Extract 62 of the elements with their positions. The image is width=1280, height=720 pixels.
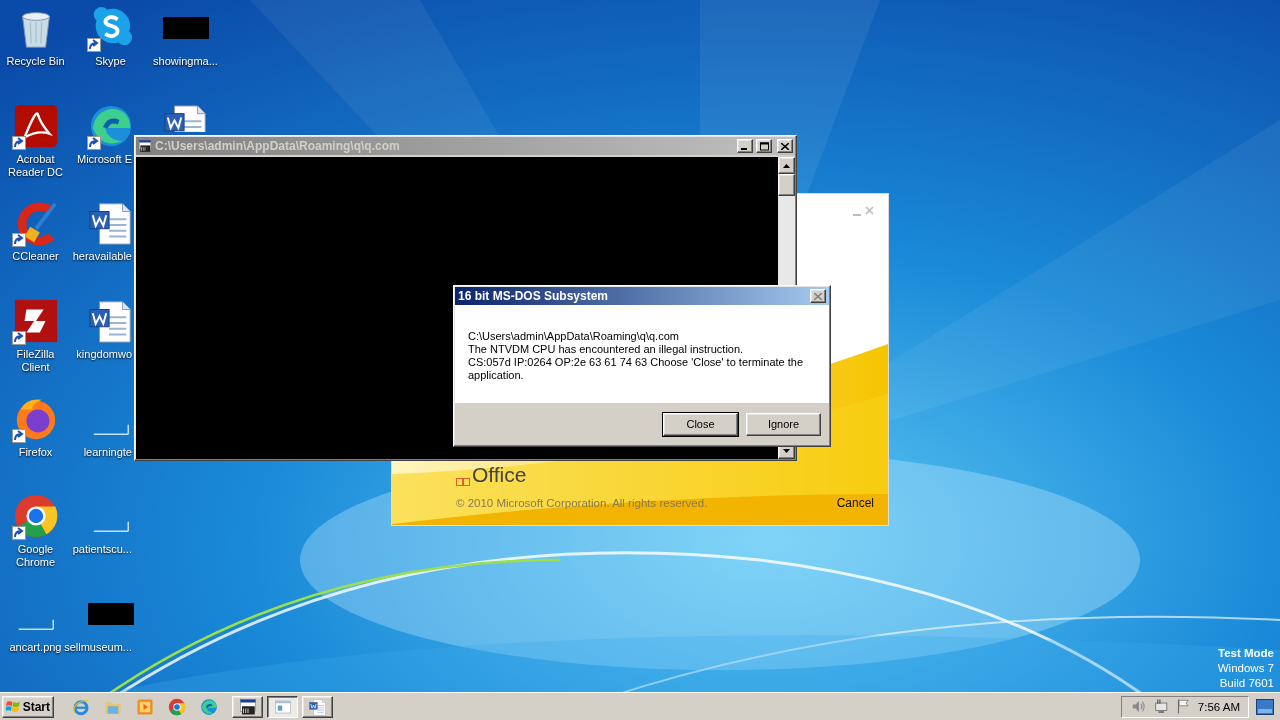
redacted-thumbnail[interactable] (162, 17, 209, 39)
maximize-button[interactable] (756, 139, 772, 153)
system-notice-text: Test Mode (1218, 646, 1274, 661)
window-title: C:\Users\admin\AppData\Roaming\q\q.com (155, 139, 401, 153)
quick-launch-button[interactable] (168, 697, 186, 716)
icon-label[interactable]: heravailable (72, 250, 132, 264)
play-icon (136, 697, 154, 716)
icon-label[interactable]: sellmuseum... (64, 641, 132, 655)
show-desktop-icon[interactable] (1256, 698, 1274, 715)
close-icon (814, 292, 822, 300)
console-icon (138, 139, 152, 153)
message-text: The NTVDM CPU has encountered an illegal instruction. (468, 343, 745, 356)
message-text: C:\Users\admin\AppData\Roaming\q\q.com (468, 330, 680, 343)
close-button[interactable] (777, 139, 793, 153)
icon-label[interactable]: Firefox (18, 445, 53, 459)
taskbar-button[interactable] (267, 695, 298, 718)
dialog-button[interactable]: Close (663, 412, 738, 436)
network-icon[interactable] (1152, 698, 1170, 715)
scroll-up-button[interactable] (778, 157, 795, 174)
message-text: CS:057d IP:0264 OP:2e 63 61 74 63 Choose 'Close' to terminate the application. (468, 356, 805, 382)
flag-icon[interactable] (1175, 698, 1192, 715)
minimize-button[interactable] (737, 139, 753, 153)
document-icon[interactable] (87, 298, 134, 345)
icon-label[interactable]: Google Chrome (5, 543, 66, 570)
icon-label[interactable]: FileZilla Client (5, 348, 66, 375)
product-logo-text: Office (472, 464, 527, 486)
windows-logo-icon (6, 698, 21, 715)
document-icon (308, 697, 327, 716)
icon-label[interactable]: Skype (95, 55, 126, 68)
down-arrow-icon[interactable] (783, 448, 790, 453)
close-button[interactable] (810, 289, 826, 303)
browser-icon[interactable] (12, 493, 59, 540)
browser-icon (200, 697, 218, 716)
logo-icon (456, 478, 470, 486)
console-icon (238, 697, 257, 716)
icon-label[interactable]: patientscu... (72, 543, 132, 557)
up-arrow-icon (783, 163, 790, 168)
icon-label[interactable]: Microsoft E (77, 152, 132, 166)
system-notice-text: Build 7601 (1219, 676, 1274, 691)
cancel-link[interactable]: Cancel (836, 496, 874, 510)
maximize-icon (759, 141, 769, 151)
copyright-text: © 2010 Microsoft Corporation. All rights reserved. (456, 497, 708, 509)
browser-icon (168, 697, 186, 716)
icon-label[interactable]: CCleaner (12, 250, 59, 264)
scroll-thumb[interactable] (778, 174, 795, 196)
icon-label[interactable]: Acrobat Reader DC (5, 152, 66, 179)
dialog-button[interactable]: Ignore (746, 412, 821, 436)
close-icon (781, 142, 789, 150)
redacted-thumbnail[interactable] (87, 603, 134, 626)
system-notice-text: Windows 7 (1217, 661, 1274, 676)
dialog-title: 16 bit MS-DOS Subsystem (458, 289, 610, 303)
icon-label[interactable]: kingdomwo (76, 348, 132, 362)
window-icon (273, 697, 292, 716)
icon-label[interactable]: showingma... (153, 55, 218, 68)
icon-label[interactable]: Recycle Bin (6, 55, 65, 68)
quick-launch-button[interactable] (200, 697, 218, 716)
browser-icon (72, 697, 90, 716)
start-button[interactable]: Start (2, 695, 54, 718)
clock-text[interactable]: 7:56 AM (1197, 700, 1240, 713)
icon-label[interactable]: ancart.png (9, 641, 62, 655)
document-icon[interactable] (87, 200, 134, 247)
icon-label[interactable]: learningte (83, 445, 132, 459)
